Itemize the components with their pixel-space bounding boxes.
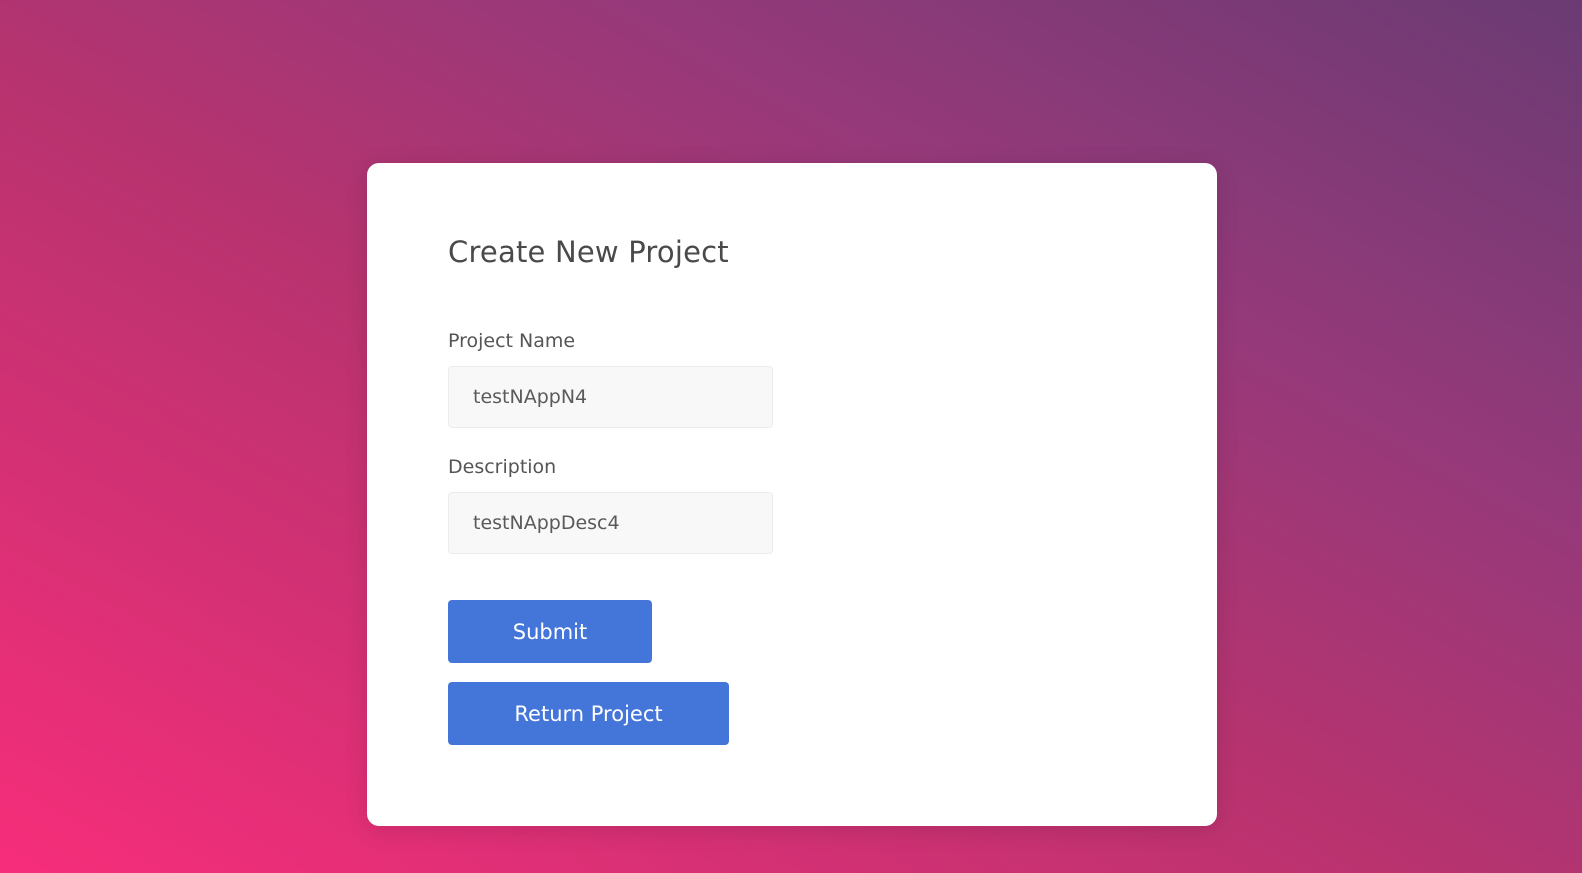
return-project-button[interactable]: Return Project: [448, 682, 729, 745]
description-label: Description: [448, 456, 557, 478]
submit-button[interactable]: Submit: [448, 600, 652, 663]
description-input[interactable]: [448, 492, 773, 554]
project-name-input[interactable]: [448, 366, 773, 428]
page-title: Create New Project: [448, 235, 729, 269]
project-name-label: Project Name: [448, 330, 576, 352]
create-project-card: Create New Project Project Name Descript…: [367, 163, 1217, 826]
